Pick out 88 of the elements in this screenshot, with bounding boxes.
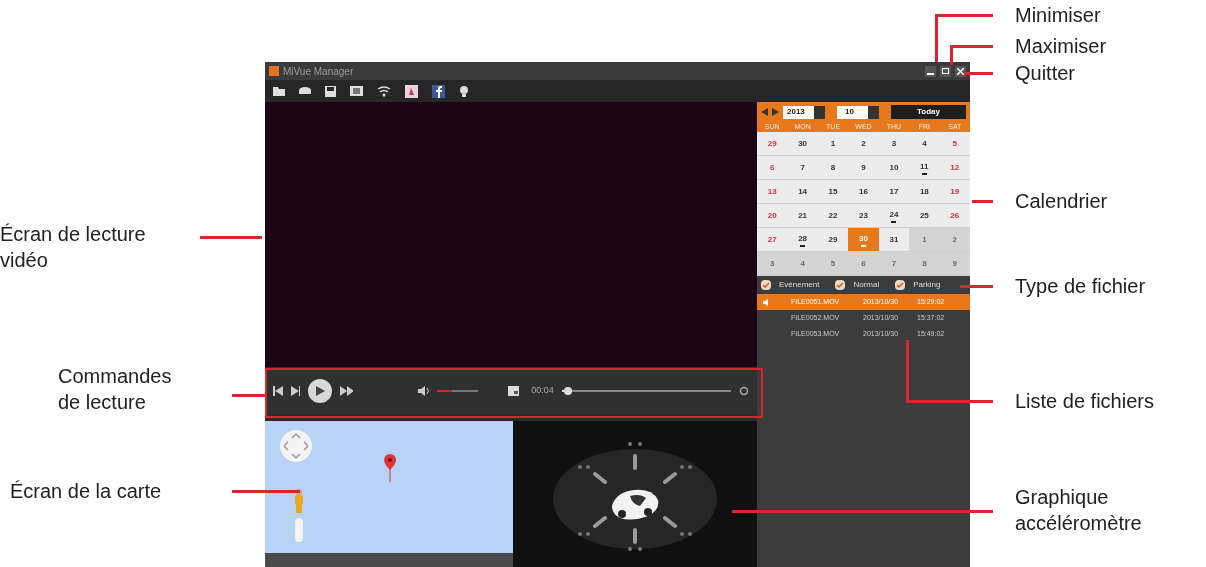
leader-line — [232, 490, 300, 493]
calendar-day[interactable]: 7 — [787, 156, 818, 180]
loop-icon[interactable] — [739, 386, 749, 396]
save-icon[interactable] — [325, 85, 336, 97]
checkbox[interactable] — [761, 280, 771, 290]
calendar-day[interactable]: 14 — [787, 180, 818, 204]
calendar-day[interactable]: 1 — [817, 132, 849, 156]
leader-line — [960, 285, 993, 288]
calendar-day[interactable]: 9 — [939, 252, 970, 276]
checkbox[interactable] — [835, 280, 846, 290]
annotation-label: Minimiser — [1015, 3, 1101, 28]
calendar-day[interactable]: 5 — [817, 252, 849, 276]
previous-icon[interactable] — [273, 386, 283, 396]
play-icon — [315, 386, 325, 396]
calendar-day[interactable]: 16 — [848, 180, 879, 204]
calendar-day[interactable]: 24 — [878, 204, 910, 228]
calendar-day[interactable]: 21 — [787, 204, 818, 228]
progress-thumb[interactable] — [564, 387, 573, 395]
media-icon[interactable] — [405, 84, 418, 98]
calendar-day[interactable]: 2 — [939, 228, 970, 252]
file-type-label: Parking — [913, 279, 941, 291]
calendar-day[interactable]: 9 — [848, 156, 879, 180]
leader-line — [200, 236, 262, 239]
annotation-label: Quitter — [1015, 61, 1076, 86]
calendar-day[interactable]: 4 — [909, 132, 940, 156]
pan-control[interactable] — [279, 429, 313, 463]
calendar-day[interactable]: 6 — [848, 252, 879, 276]
fullscreen-icon[interactable] — [507, 386, 520, 396]
playback-time: 00:04 — [531, 384, 554, 398]
calendar-day[interactable]: 1 — [909, 228, 940, 252]
window-title: MiVue Manager — [283, 64, 355, 79]
wifi-icon[interactable] — [377, 85, 391, 97]
fast-forward-icon[interactable] — [339, 386, 354, 396]
calendar-day[interactable]: 22 — [817, 204, 849, 228]
annotation-label: Écran de la carte — [10, 479, 162, 504]
minimize-button[interactable] — [925, 65, 936, 77]
previous-month-icon[interactable] — [761, 108, 768, 116]
calendar-day[interactable]: 12 — [939, 156, 970, 180]
calendar-day[interactable]: 20 — [757, 204, 788, 228]
pegman-icon[interactable] — [294, 489, 304, 513]
annotation-label: Commandes de lecture — [58, 364, 172, 415]
folder-icon[interactable] — [273, 86, 285, 96]
annotation-label: Liste de fichiers — [1015, 389, 1154, 414]
calendar-day[interactable]: 2 — [848, 132, 879, 156]
annotation-label: Calendrier — [1015, 189, 1108, 214]
calendar-day[interactable]: 7 — [878, 252, 910, 276]
film-icon[interactable] — [350, 86, 363, 96]
calendar-day[interactable]: 17 — [878, 180, 910, 204]
next-month-icon[interactable] — [772, 108, 779, 116]
checkbox[interactable] — [895, 280, 906, 290]
calendar-day[interactable]: 6 — [757, 156, 788, 180]
file-type-label: Evénement — [779, 279, 820, 291]
calendar-day[interactable]: 3 — [757, 252, 788, 276]
play-button[interactable] — [308, 379, 332, 403]
leader-line — [965, 72, 993, 75]
volume-icon[interactable] — [417, 386, 430, 396]
maximize-button[interactable] — [940, 65, 951, 77]
lightbulb-icon[interactable] — [459, 84, 469, 98]
drive-icon[interactable] — [299, 86, 311, 96]
calendar-day[interactable]: 29 — [757, 132, 788, 156]
leader-line — [232, 394, 266, 397]
calendar-day[interactable]: 4 — [787, 252, 818, 276]
annotation-label: Écran de lecture vidéo — [0, 222, 146, 273]
today-button[interactable]: Today — [891, 105, 966, 119]
app-icon — [269, 66, 279, 76]
calendar-day[interactable]: 15 — [817, 180, 849, 204]
facebook-icon[interactable] — [432, 84, 445, 98]
calendar-day[interactable]: 18 — [909, 180, 940, 204]
leader-line — [972, 200, 993, 203]
calendar-day[interactable]: 8 — [817, 156, 849, 180]
annotation-label: Graphique accéléromètre — [1015, 485, 1142, 536]
calendar-day[interactable]: 8 — [909, 252, 940, 276]
calendar-day[interactable]: 10 — [878, 156, 910, 180]
year-dropdown[interactable]: 2013 — [783, 105, 825, 119]
month-dropdown[interactable]: 10 — [837, 105, 879, 119]
calendar-day[interactable]: 30 — [787, 132, 818, 156]
speaker-icon — [763, 298, 771, 306]
annotation-label: Type de fichier — [1015, 274, 1146, 299]
calendar-day[interactable]: 13 — [757, 180, 788, 204]
calendar-day[interactable]: 3 — [878, 132, 910, 156]
calendar-day[interactable]: 5 — [939, 132, 970, 156]
close-button[interactable] — [955, 65, 966, 77]
map-pin-icon — [384, 454, 396, 484]
calendar-day[interactable]: 11 — [909, 156, 940, 180]
annotation-label: Maximiser — [1015, 34, 1107, 59]
step-icon[interactable] — [290, 386, 301, 396]
file-type-label: Normal — [853, 279, 880, 291]
calendar-day[interactable]: 19 — [939, 180, 970, 204]
